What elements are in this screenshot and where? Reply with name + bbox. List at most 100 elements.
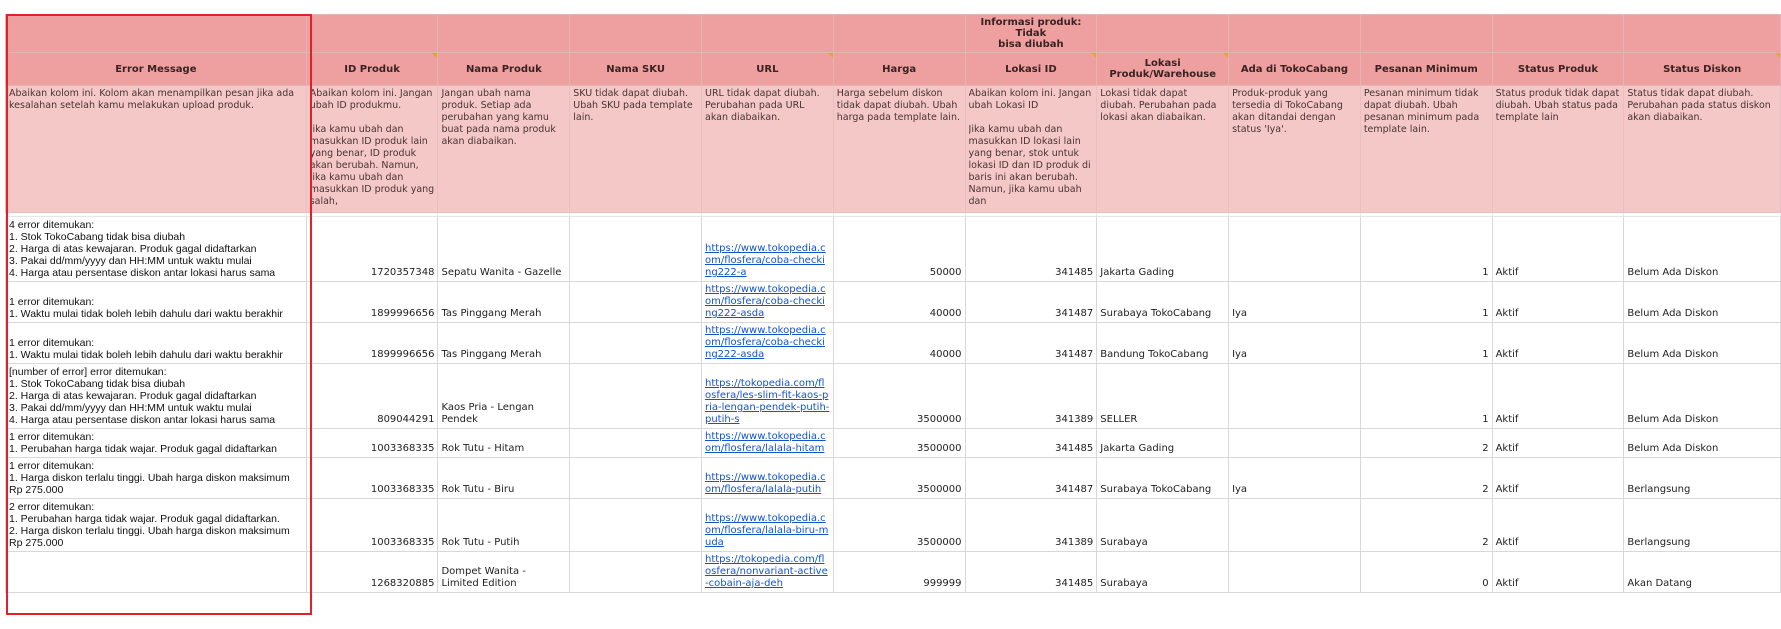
cell-lokasi-id[interactable]: 341485 xyxy=(964,551,1098,593)
column-header-lokasi-id[interactable]: Lokasi ID xyxy=(964,52,1098,86)
description-lokasi-produk-warehouse[interactable]: Lokasi tidak dapat diubah. Perubahan pad… xyxy=(1096,85,1230,213)
cell-ada-di-tokocabang[interactable] xyxy=(1228,216,1361,282)
description-lokasi-id[interactable]: Abaikan kolom ini. Jangan ubah Lokasi ID… xyxy=(964,85,1098,213)
cell-nama-produk[interactable]: Dompet Wanita - Limited Edition xyxy=(437,551,571,593)
cell-error-message[interactable]: 1 error ditemukan: 1. Harga diskon terla… xyxy=(5,457,307,499)
cell-harga[interactable]: 3500000 xyxy=(832,498,966,552)
column-header-pesanan-minimum[interactable]: Pesanan Minimum xyxy=(1359,52,1493,86)
cell-status-produk[interactable]: Aktif xyxy=(1491,551,1625,593)
description-nama-sku[interactable]: SKU tidak dapat diubah. Ubah SKU pada te… xyxy=(569,85,702,213)
column-header-id-produk[interactable]: ID Produk xyxy=(305,52,439,86)
cell-status-produk[interactable]: Aktif xyxy=(1491,322,1625,364)
cell-id-produk[interactable]: 1268320885 xyxy=(305,551,439,593)
column-header-nama-sku[interactable]: Nama SKU xyxy=(569,52,702,86)
cell-status-produk[interactable]: Aktif xyxy=(1491,457,1625,499)
cell-status-produk[interactable]: Aktif xyxy=(1491,363,1625,429)
cell-nama-sku[interactable] xyxy=(569,216,702,282)
cell-harga[interactable]: 50000 xyxy=(832,216,966,282)
column-header-status-produk[interactable]: Status Produk xyxy=(1491,52,1625,86)
cell-ada-di-tokocabang[interactable] xyxy=(1228,498,1361,552)
cell-pesanan-minimum[interactable]: 1 xyxy=(1359,216,1493,282)
product-url-link[interactable]: https://www.tokopedia.com/flosfera/lalal… xyxy=(705,513,828,548)
cell-status-produk[interactable]: Aktif xyxy=(1491,498,1625,552)
cell-status-diskon[interactable]: Belum Ada Diskon xyxy=(1623,428,1781,458)
cell-status-produk[interactable]: Aktif xyxy=(1491,281,1625,323)
cell-status-diskon[interactable]: Belum Ada Diskon xyxy=(1623,281,1781,323)
cell-lokasi-produk-warehouse[interactable]: SELLER xyxy=(1096,363,1230,429)
cell-status-diskon[interactable]: Belum Ada Diskon xyxy=(1623,216,1781,282)
cell-lokasi-produk-warehouse[interactable]: Surabaya xyxy=(1096,498,1230,552)
cell-error-message[interactable]: 4 error ditemukan: 1. Stok TokoCabang ti… xyxy=(5,216,307,282)
cell-url[interactable]: https://www.tokopedia.com/flosfera/lalal… xyxy=(701,428,834,458)
cell-id-produk[interactable]: 1003368335 xyxy=(305,428,439,458)
product-url-link[interactable]: https://www.tokopedia.com/flosfera/coba-… xyxy=(705,284,826,319)
cell-lokasi-id[interactable]: 341389 xyxy=(964,363,1098,429)
cell-harga[interactable]: 40000 xyxy=(832,281,966,323)
description-status-diskon[interactable]: Status tidak dapat diubah. Perubahan pad… xyxy=(1623,85,1781,213)
column-header-nama-produk[interactable]: Nama Produk xyxy=(437,52,571,86)
column-header-error-message[interactable]: Error Message xyxy=(5,52,307,86)
cell-nama-produk[interactable]: Sepatu Wanita - Gazelle xyxy=(437,216,571,282)
product-url-link[interactable]: https://tokopedia.com/flosfera/nonvarian… xyxy=(705,554,828,589)
column-header-status-diskon[interactable]: Status Diskon xyxy=(1623,52,1781,86)
cell-harga[interactable]: 3500000 xyxy=(832,428,966,458)
cell-harga[interactable]: 999999 xyxy=(832,551,966,593)
cell-error-message[interactable]: 1 error ditemukan: 1. Perubahan harga ti… xyxy=(5,428,307,458)
cell-lokasi-produk-warehouse[interactable]: Jakarta Gading xyxy=(1096,428,1230,458)
cell-ada-di-tokocabang[interactable] xyxy=(1228,428,1361,458)
cell-status-diskon[interactable]: Berlangsung xyxy=(1623,457,1781,499)
cell-nama-sku[interactable] xyxy=(569,498,702,552)
cell-nama-sku[interactable] xyxy=(569,281,702,323)
cell-nama-produk[interactable]: Rok Tutu - Hitam xyxy=(437,428,571,458)
cell-error-message[interactable] xyxy=(5,551,307,593)
cell-status-diskon[interactable]: Berlangsung xyxy=(1623,498,1781,552)
description-harga[interactable]: Harga sebelum diskon tidak dapat diubah.… xyxy=(832,85,966,213)
product-url-link[interactable]: https://tokopedia.com/flosfera/les-slim-… xyxy=(705,378,829,425)
product-url-link[interactable]: https://www.tokopedia.com/flosfera/lalal… xyxy=(705,431,826,454)
cell-nama-produk[interactable]: Tas Pinggang Merah xyxy=(437,322,571,364)
cell-lokasi-id[interactable]: 341487 xyxy=(964,281,1098,323)
cell-id-produk[interactable]: 1899996656 xyxy=(305,281,439,323)
cell-id-produk[interactable]: 1899996656 xyxy=(305,322,439,364)
cell-error-message[interactable]: [number of error] error ditemukan: 1. St… xyxy=(5,363,307,429)
description-pesanan-minimum[interactable]: Pesanan minimum tidak dapat diubah. Ubah… xyxy=(1359,85,1493,213)
description-error-message[interactable]: Abaikan kolom ini. Kolom akan menampilka… xyxy=(5,85,307,213)
cell-id-produk[interactable]: 1720357348 xyxy=(305,216,439,282)
cell-id-produk[interactable]: 809044291 xyxy=(305,363,439,429)
column-header-url[interactable]: URL xyxy=(701,52,834,86)
column-header-ada-di-tokocabang[interactable]: Ada di TokoCabang xyxy=(1228,52,1361,86)
cell-pesanan-minimum[interactable]: 0 xyxy=(1359,551,1493,593)
cell-lokasi-id[interactable]: 341389 xyxy=(964,498,1098,552)
description-id-produk[interactable]: Abaikan kolom ini. Jangan ubah ID produk… xyxy=(305,85,439,213)
cell-id-produk[interactable]: 1003368335 xyxy=(305,457,439,499)
cell-status-produk[interactable]: Aktif xyxy=(1491,428,1625,458)
group-header-cell[interactable]: Informasi produk: Tidak bisa diubah xyxy=(964,14,1098,53)
cell-url[interactable]: https://www.tokopedia.com/flosfera/coba-… xyxy=(701,281,834,323)
cell-ada-di-tokocabang[interactable]: Iya xyxy=(1228,281,1361,323)
cell-ada-di-tokocabang[interactable]: Iya xyxy=(1228,322,1361,364)
cell-url[interactable]: https://www.tokopedia.com/flosfera/lalal… xyxy=(701,498,834,552)
column-header-lokasi-produk-warehouse[interactable]: Lokasi Produk/Warehouse xyxy=(1096,52,1230,86)
description-url[interactable]: URL tidak dapat diubah. Perubahan pada U… xyxy=(701,85,834,213)
cell-nama-sku[interactable] xyxy=(569,457,702,499)
cell-nama-produk[interactable]: Rok Tutu - Biru xyxy=(437,457,571,499)
cell-status-diskon[interactable]: Akan Datang xyxy=(1623,551,1781,593)
cell-harga[interactable]: 40000 xyxy=(832,322,966,364)
cell-nama-sku[interactable] xyxy=(569,322,702,364)
cell-lokasi-id[interactable]: 341487 xyxy=(964,457,1098,499)
product-url-link[interactable]: https://www.tokopedia.com/flosfera/coba-… xyxy=(705,243,826,278)
cell-nama-sku[interactable] xyxy=(569,551,702,593)
cell-pesanan-minimum[interactable]: 2 xyxy=(1359,428,1493,458)
cell-pesanan-minimum[interactable]: 2 xyxy=(1359,457,1493,499)
cell-pesanan-minimum[interactable]: 1 xyxy=(1359,281,1493,323)
cell-ada-di-tokocabang[interactable] xyxy=(1228,363,1361,429)
cell-lokasi-produk-warehouse[interactable]: Bandung TokoCabang xyxy=(1096,322,1230,364)
cell-ada-di-tokocabang[interactable] xyxy=(1228,551,1361,593)
cell-harga[interactable]: 3500000 xyxy=(832,363,966,429)
cell-url[interactable]: https://www.tokopedia.com/flosfera/coba-… xyxy=(701,322,834,364)
cell-lokasi-id[interactable]: 341485 xyxy=(964,428,1098,458)
cell-harga[interactable]: 3500000 xyxy=(832,457,966,499)
cell-lokasi-produk-warehouse[interactable]: Jakarta Gading xyxy=(1096,216,1230,282)
cell-url[interactable]: https://www.tokopedia.com/flosfera/lalal… xyxy=(701,457,834,499)
cell-pesanan-minimum[interactable]: 1 xyxy=(1359,322,1493,364)
